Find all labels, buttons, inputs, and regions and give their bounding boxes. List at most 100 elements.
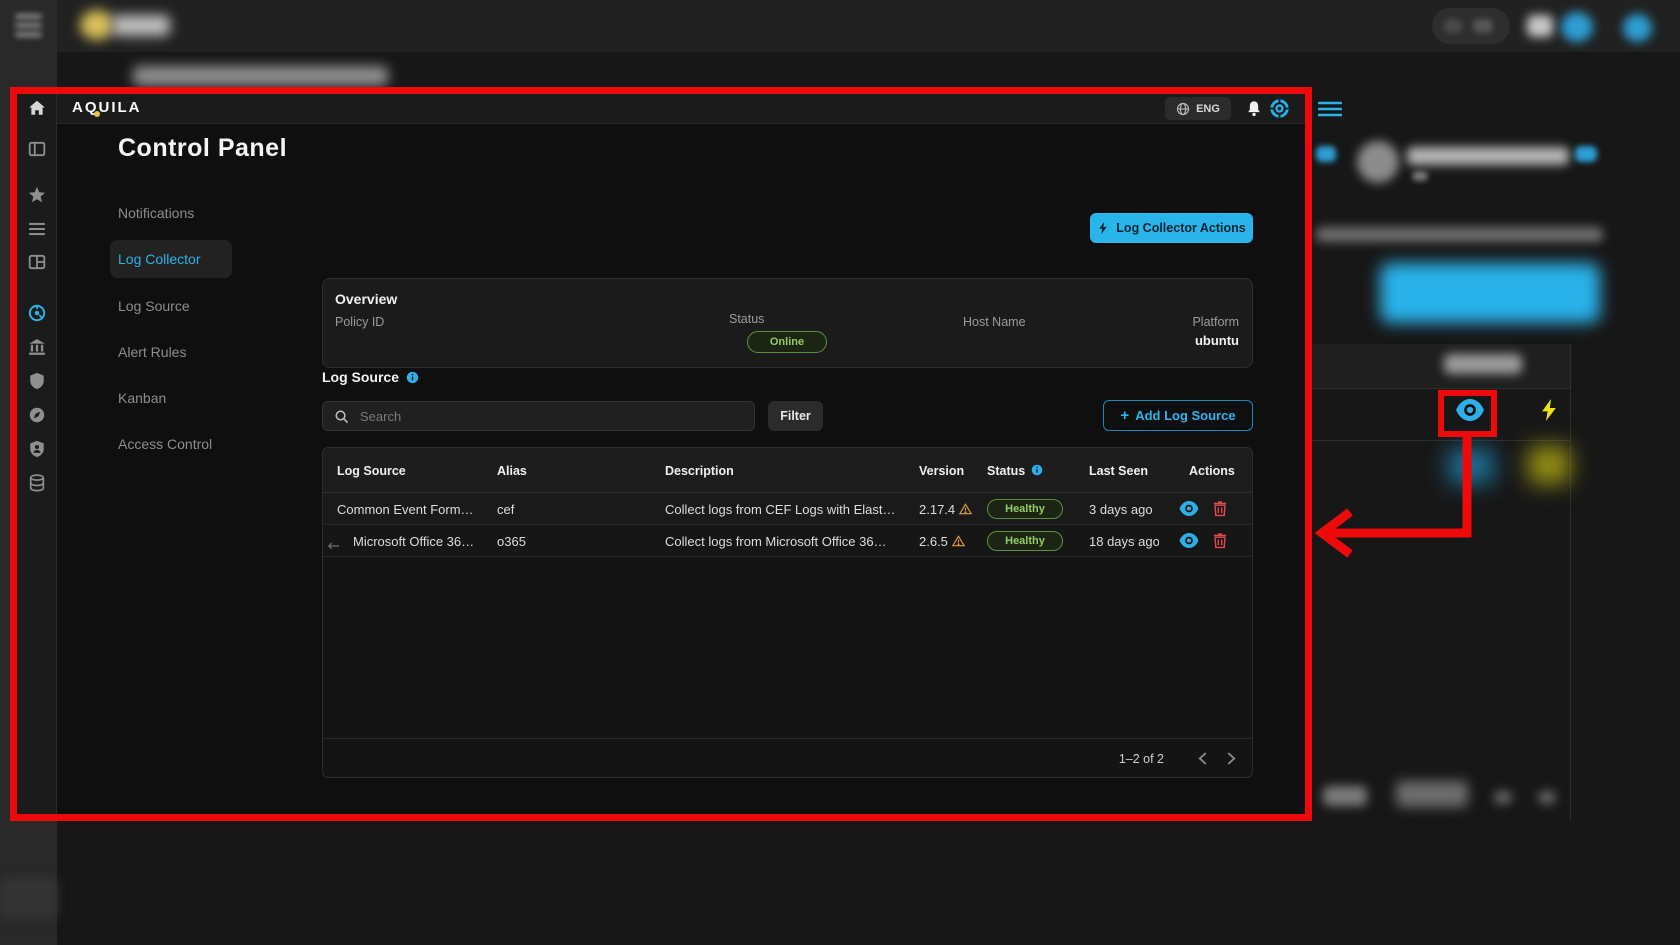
home-icon[interactable] xyxy=(28,99,46,117)
kanban-board-icon[interactable] xyxy=(28,253,46,271)
table-row[interactable]: Microsoft Office 36… o365 Collect logs f… xyxy=(323,525,1252,557)
topbar-icon-blurred xyxy=(1444,19,1462,33)
brand-text: AQUILA xyxy=(72,99,142,116)
bell-icon[interactable] xyxy=(1245,99,1263,124)
bg-table-right-border xyxy=(1570,344,1571,820)
info-icon[interactable] xyxy=(406,371,419,384)
menu-icon-blurred xyxy=(15,23,42,28)
logo-text-blurred xyxy=(112,15,170,36)
list-icon[interactable] xyxy=(28,220,46,238)
database-icon[interactable] xyxy=(28,474,46,492)
pagination-next-icon[interactable] xyxy=(1227,752,1236,765)
breadcrumb-blurred xyxy=(133,66,388,86)
shield-icon[interactable] xyxy=(28,372,46,390)
add-log-source-button[interactable]: + Add Log Source xyxy=(1103,400,1253,431)
delete-trash-icon[interactable] xyxy=(1213,533,1227,554)
bg-pagination-chevron-blurred xyxy=(1494,791,1512,804)
search-icon xyxy=(334,409,349,424)
nav-label: Notifications xyxy=(118,205,194,221)
sidebar-item-kanban[interactable]: Kanban xyxy=(118,383,166,413)
host-name-label: Host Name xyxy=(963,315,1026,329)
bg-avatar-blurred xyxy=(1357,141,1399,183)
platform-value: ubuntu xyxy=(1195,333,1239,348)
sidebar-layout-icon[interactable] xyxy=(28,140,46,158)
sidebar-item-log-source[interactable]: Log Source xyxy=(118,291,190,321)
log-collector-actions-button[interactable]: Log Collector Actions xyxy=(1090,213,1253,243)
nav-label: Access Control xyxy=(118,436,212,452)
bg-table-header-label-blurred xyxy=(1444,354,1522,374)
cell-alias: o365 xyxy=(497,525,637,557)
star-icon[interactable] xyxy=(28,186,46,204)
icon-rail xyxy=(17,94,57,814)
pagination-prev-icon[interactable] xyxy=(1198,752,1207,765)
sidebar-item-access-control[interactable]: Access Control xyxy=(118,429,212,459)
menu-icon-blurred xyxy=(15,32,42,37)
cell-last-seen: 3 days ago xyxy=(1089,493,1161,525)
plus-icon: + xyxy=(1120,407,1129,424)
table-header-row: Log Source Alias Description Version Sta… xyxy=(323,448,1252,493)
col-alias: Alias xyxy=(497,448,527,493)
overview-title: Overview xyxy=(335,291,397,307)
filter-button[interactable]: Filter xyxy=(768,401,823,431)
language-selector[interactable]: ENG xyxy=(1165,97,1231,120)
bg-pagination-pill-blurred xyxy=(1396,781,1468,807)
page-title: Control Panel xyxy=(118,134,287,163)
status-label: Status xyxy=(729,312,764,326)
bg-pagination-chevron-blurred xyxy=(1538,791,1556,804)
topbar-avatar-blurred xyxy=(1623,14,1652,42)
sidebar-item-notifications[interactable]: Notifications xyxy=(118,198,194,228)
language-label: ENG xyxy=(1196,103,1220,115)
hamburger-menu-icon[interactable] xyxy=(1318,101,1342,122)
search-bar xyxy=(322,401,755,431)
col-log-source: Log Source xyxy=(337,448,406,493)
section-title-text: Log Source xyxy=(322,369,399,385)
screenshot-root: AQUILA ENG Control Panel Notifications xyxy=(0,0,1680,945)
overview-card: Overview Policy ID Status Online Host Na… xyxy=(322,278,1253,368)
logo-q-dot xyxy=(94,111,100,117)
bolt-icon[interactable] xyxy=(1538,395,1560,425)
menu-icon-blurred xyxy=(15,14,42,19)
eye-icon[interactable] xyxy=(1455,399,1485,421)
view-eye-icon[interactable] xyxy=(1179,501,1199,521)
user-badge-icon[interactable] xyxy=(28,440,46,458)
col-last-seen: Last Seen xyxy=(1089,448,1148,493)
compass-icon[interactable] xyxy=(28,406,46,424)
policy-id-label: Policy ID xyxy=(335,315,384,329)
cell-description: Collect logs from CEF Logs with Elast… xyxy=(665,493,913,525)
search-input[interactable] xyxy=(358,408,743,425)
bg-bolt-icon-blurred xyxy=(1528,446,1570,484)
topbar-avatar-blurred xyxy=(1561,12,1593,42)
bg-textline-blurred xyxy=(1316,227,1603,242)
cell-version: 2.6.5 xyxy=(919,525,983,557)
pagination-range: 1–2 of 2 xyxy=(1119,752,1164,766)
button-label: Add Log Source xyxy=(1135,408,1235,423)
col-actions: Actions xyxy=(1189,448,1235,493)
warning-icon xyxy=(959,503,972,515)
cell-name: Common Event Form… xyxy=(337,493,487,525)
bg-blue-button-blurred xyxy=(1380,263,1600,323)
sidebar-item-log-collector[interactable]: Log Collector xyxy=(118,244,201,274)
table-row[interactable]: Common Event Form… cef Collect logs from… xyxy=(323,493,1252,525)
bg-blue-icon-blurred xyxy=(1575,146,1597,162)
cell-version: 2.17.4 xyxy=(919,493,983,525)
topbar-icon-blurred xyxy=(1473,19,1493,33)
view-eye-icon[interactable] xyxy=(1179,533,1199,553)
topbar-icon-blurred xyxy=(1527,15,1553,37)
log-source-table: Log Source Alias Description Version Sta… xyxy=(322,447,1253,778)
status-healthy-badge: Healthy xyxy=(987,531,1063,551)
sidebar-item-alert-rules[interactable]: Alert Rules xyxy=(118,337,186,367)
logo-blurred xyxy=(80,10,114,40)
nav-label: Kanban xyxy=(118,390,166,406)
help-wheel-icon[interactable] xyxy=(1269,98,1290,124)
info-icon[interactable] xyxy=(1031,464,1044,477)
cell-name: Microsoft Office 36… xyxy=(353,525,487,557)
warning-icon xyxy=(952,535,965,547)
cell-alias: cef xyxy=(497,493,637,525)
control-panel-icon[interactable] xyxy=(28,304,46,322)
bank-icon[interactable] xyxy=(28,338,46,356)
delete-trash-icon[interactable] xyxy=(1213,501,1227,522)
brand-logo: AQUILA xyxy=(72,99,142,116)
col-description: Description xyxy=(665,448,734,493)
bg-blue-icon-blurred xyxy=(1316,146,1336,162)
subrow-arrow-icon xyxy=(327,537,340,555)
